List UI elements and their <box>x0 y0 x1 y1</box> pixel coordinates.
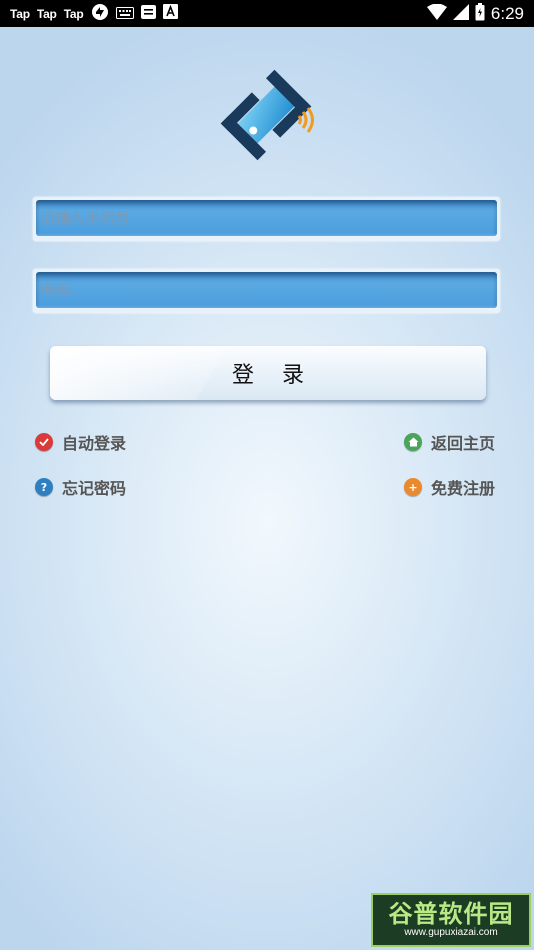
keyboard-icon <box>115 4 134 23</box>
auto-login-option[interactable]: 自动登录 <box>35 430 126 454</box>
phone-field-frame <box>33 197 500 241</box>
home-icon <box>404 433 422 451</box>
forgot-password-option[interactable]: ? 忘记密码 <box>35 475 126 499</box>
status-bar: Tap Tap Tap 6:29 <box>0 0 534 27</box>
status-time: 6:29 <box>490 3 524 23</box>
login-button[interactable]: 登录 <box>50 346 486 400</box>
plus-icon: + <box>404 478 422 496</box>
app-logo <box>211 60 321 170</box>
password-field-well <box>36 272 497 308</box>
check-icon <box>35 433 53 451</box>
tap-app-notification: Tap <box>36 6 57 21</box>
login-button-label: 登录 <box>231 363 332 388</box>
question-icon: ? <box>35 478 53 496</box>
watermark-logo: 谷普软件园 www.gupuxiazai.com <box>371 893 531 947</box>
tap-app-notification: Tap <box>63 6 84 21</box>
signal-icon <box>452 3 469 24</box>
sync-icon <box>91 3 109 25</box>
tap-app-notification: Tap <box>10 6 30 21</box>
return-home-label: 返回主页 <box>431 434 496 453</box>
phone-field-well <box>36 200 497 236</box>
free-register-label: 免费注册 <box>431 479 496 498</box>
watermark-url: www.gupuxiazai.com <box>404 927 498 938</box>
message-icon <box>140 4 156 23</box>
free-register-option[interactable]: + 免费注册 <box>404 475 495 499</box>
font-icon <box>162 4 178 23</box>
phone-input[interactable] <box>36 200 497 236</box>
password-field-frame <box>33 269 500 313</box>
forgot-password-label: 忘记密码 <box>62 479 127 498</box>
wifi-icon <box>426 3 447 24</box>
auto-login-label: 自动登录 <box>62 434 127 453</box>
watermark-brand: 谷普软件园 <box>388 900 514 928</box>
return-home-option[interactable]: 返回主页 <box>404 430 495 454</box>
password-input[interactable] <box>36 272 497 308</box>
battery-icon <box>475 2 485 25</box>
